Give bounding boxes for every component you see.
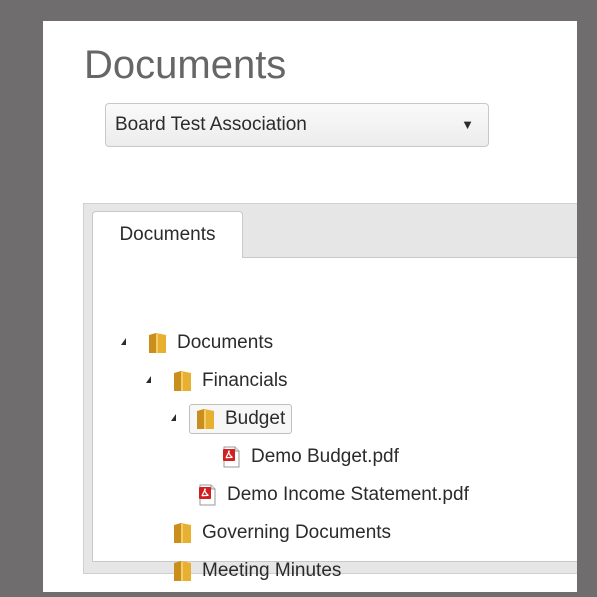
triangle-expanded-icon[interactable] [121, 338, 126, 345]
tree-item-label: Budget [225, 408, 286, 429]
tree-node-budget: Budget [171, 404, 293, 434]
folder-icon [173, 560, 192, 582]
folder-icon [148, 332, 167, 354]
tab-strip: Documents [84, 204, 577, 258]
tab-container: Documents Documents Financials Budget De… [83, 203, 577, 581]
tree-node-governing-documents: Governing Documents [168, 518, 396, 548]
tree-item-demo-budget[interactable]: Demo Budget.pdf [217, 443, 404, 471]
app-frame: Documents Board Test Association ▼ Docum… [0, 0, 597, 597]
folder-icon [173, 370, 192, 392]
documents-panel: Documents Board Test Association ▼ Docum… [43, 21, 577, 592]
tree-node-financials: Financials [146, 366, 293, 396]
association-select-value: Board Test Association [115, 114, 307, 135]
tree-item-demo-income-statement[interactable]: Demo Income Statement.pdf [193, 481, 474, 509]
tree-item-label: Financials [202, 370, 288, 391]
triangle-expanded-icon[interactable] [171, 414, 176, 421]
tree-item-label: Meeting Minutes [202, 560, 342, 581]
triangle-expanded-icon[interactable] [146, 376, 151, 383]
tree-item-documents[interactable]: Documents [143, 329, 278, 357]
tree-node-documents: Documents [121, 328, 278, 358]
tree-item-financials[interactable]: Financials [168, 367, 293, 395]
tree-node-demo-budget: Demo Budget.pdf [217, 442, 404, 472]
association-select[interactable]: Board Test Association ▼ [105, 103, 489, 147]
tree-node-demo-income-statement: Demo Income Statement.pdf [193, 480, 474, 510]
folder-icon [196, 408, 215, 430]
tree-item-label: Demo Budget.pdf [251, 446, 399, 467]
tree-node-meeting-minutes: Meeting Minutes [168, 556, 346, 586]
pdf-icon [222, 446, 241, 468]
tree-item-governing-documents[interactable]: Governing Documents [168, 519, 396, 547]
pdf-icon [198, 484, 217, 506]
folder-icon [173, 522, 192, 544]
tree-item-meeting-minutes[interactable]: Meeting Minutes [168, 557, 346, 585]
tree-item-label: Governing Documents [202, 522, 392, 543]
tab-content: Documents Financials Budget Demo Budget.… [92, 257, 577, 581]
tab-documents[interactable]: Documents [92, 211, 243, 258]
page-title: Documents [84, 43, 287, 87]
caret-down-icon: ▼ [461, 117, 474, 132]
tree-item-budget[interactable]: Budget [189, 404, 293, 434]
tree-item-label: Demo Income Statement.pdf [227, 484, 469, 505]
document-tree: Documents Financials Budget Demo Budget.… [93, 258, 577, 581]
tree-item-label: Documents [177, 332, 274, 353]
